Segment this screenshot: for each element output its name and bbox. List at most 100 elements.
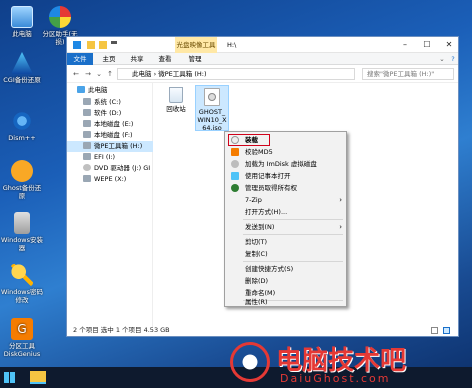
menu-item-notepad[interactable]: 使用记事本打开 (225, 170, 346, 182)
menu-item-send-to[interactable]: 发送到(N) › (225, 221, 346, 233)
nav-item-drive-c[interactable]: 系统 (C:) (83, 97, 121, 108)
menu-item-label: 使用记事本打开 (245, 172, 291, 180)
nav-item-label: 此电脑 (88, 86, 108, 94)
submenu-arrow-icon: › (339, 223, 342, 231)
menu-item-label: 剪切(T) (245, 238, 268, 246)
nav-item-this-pc[interactable]: 此电脑 (77, 85, 108, 96)
file-label: 回收站 (166, 105, 186, 113)
nav-item-drive-e[interactable]: 本地磁盘 (E:) (83, 119, 133, 130)
desktop-icon-label: 分区工具DiskGenius (3, 342, 41, 358)
tab-file[interactable]: 文件 (67, 53, 93, 65)
back-button[interactable]: ← (71, 69, 81, 79)
tab-manage[interactable]: 管理 (183, 53, 207, 65)
desktop-icon-label: Ghost备份还原 (2, 184, 42, 200)
menu-item-md5[interactable]: 校验MD5 (225, 146, 346, 158)
nav-item-drive-x[interactable]: WEPE (X:) (83, 174, 126, 185)
drive-icon (73, 41, 81, 49)
tab-share[interactable]: 共享 (125, 53, 149, 65)
desktop-icon-ghost[interactable]: Ghost备份还原 (0, 160, 44, 200)
nav-item-label: 本地磁盘 (E:) (94, 120, 134, 128)
iso-disc-icon (204, 88, 220, 106)
desktop-icon-cgi[interactable]: CGI备份还原 (0, 52, 44, 84)
drive-icon (83, 131, 91, 138)
nav-item-label: WEPE (X:) (94, 175, 127, 183)
computer-icon (77, 86, 85, 93)
menu-item-label: 创建快捷方式(S) (245, 265, 294, 273)
address-bar[interactable]: 此电脑 › 微PE工具箱 (H:) (117, 68, 355, 80)
nav-item-label: 微PE工具箱 (H:) (94, 142, 143, 150)
ribbon-expand-icon[interactable]: ⌄ (437, 53, 447, 65)
file-label: GHOST_WIN10_X64.iso (197, 108, 227, 132)
menu-item-label: 删除(D) (245, 277, 269, 285)
computer-icon (11, 6, 33, 28)
ribbon-tabs: 文件 主页 共享 查看 管理 ⌄ ? (67, 53, 458, 65)
tab-view[interactable]: 查看 (153, 53, 177, 65)
desktop-icon-label: Dism++ (8, 134, 36, 142)
explorer-taskbar-icon[interactable] (30, 371, 46, 384)
new-folder-icon[interactable] (99, 41, 107, 49)
menu-item-imdisk[interactable]: 加载为 ImDisk 虚拟磁盘 (225, 158, 346, 170)
desktop-icon-diskgenius[interactable]: G 分区工具DiskGenius (0, 318, 44, 358)
brand-logo-icon (230, 342, 270, 382)
menu-item-copy[interactable]: 复制(C) (225, 248, 346, 260)
large-icons-view-icon[interactable] (443, 327, 450, 334)
menu-item-create-shortcut[interactable]: 创建快捷方式(S) (225, 263, 346, 275)
file-iso-selected[interactable]: GHOST_WIN10_X64.iso (195, 85, 229, 132)
submenu-arrow-icon: › (339, 196, 342, 204)
details-view-icon[interactable] (431, 327, 438, 334)
cgi-backup-icon (11, 52, 33, 74)
maximize-button[interactable]: ☐ (416, 37, 438, 53)
menu-item-take-ownership[interactable]: 管理员取得所有权 (225, 182, 346, 194)
desktop-icon-dism[interactable]: Dism++ (0, 110, 44, 142)
drive-icon (83, 109, 91, 116)
breadcrumb-drive-h[interactable]: 微PE工具箱 (H:) (158, 70, 206, 78)
nav-item-drive-i[interactable]: EFI (I:) (83, 152, 115, 163)
nav-item-drive-f[interactable]: 本地磁盘 (F:) (83, 130, 133, 141)
address-bar-row: ← → ⌄ ↑ 此电脑 › 微PE工具箱 (H:) 搜索"微PE工具箱 (H:)… (67, 65, 458, 83)
nav-item-drive-d[interactable]: 软件 (D:) (83, 108, 121, 119)
folder-icon[interactable] (87, 41, 95, 49)
breadcrumb-this-pc[interactable]: 此电脑 (132, 70, 152, 78)
nav-item-label: 系统 (C:) (94, 98, 121, 106)
drive-icon (83, 98, 91, 105)
menu-item-open-with[interactable]: 打开方式(H)... (225, 206, 346, 218)
desktop-icon-label: Windows密码修改 (0, 288, 43, 304)
search-input[interactable]: 搜索"微PE工具箱 (H:)" (362, 68, 454, 80)
recent-locations-icon[interactable]: ⌄ (94, 69, 104, 79)
menu-item-7zip[interactable]: 7-Zip › (225, 194, 346, 206)
title-bar[interactable]: 光盘映像工具 H:\ – ☐ ✕ (67, 37, 458, 53)
desktop-icon-label: 此电脑 (12, 30, 32, 38)
nav-item-label: 本地磁盘 (F:) (94, 131, 133, 139)
menu-item-properties[interactable]: 属性(R) (225, 296, 346, 308)
nav-item-dvd-j[interactable]: DVD 驱动器 (J:) GI (83, 163, 150, 174)
menu-item-delete[interactable]: 删除(D) (225, 275, 346, 287)
up-button[interactable]: ↑ (105, 69, 115, 79)
desktop-icon-windows-installer[interactable]: Windows安装器 (0, 212, 44, 252)
navigation-pane: 此电脑 系统 (C:) 软件 (D:) 本地磁盘 (E:) 本地磁盘 (F:) … (67, 83, 153, 327)
ghost-icon (11, 160, 33, 182)
help-icon[interactable]: ? (448, 53, 458, 65)
desktop-icon-password[interactable]: Windows密码修改 (0, 264, 44, 304)
nav-item-drive-h[interactable]: 微PE工具箱 (H:) (67, 141, 153, 152)
menu-separator (243, 219, 343, 220)
partition-assistant-icon (49, 6, 71, 28)
disc-image-tools-tab[interactable]: 光盘映像工具 (175, 37, 217, 53)
context-menu: 装载 校验MD5 加载为 ImDisk 虚拟磁盘 使用记事本打开 管理员取得所有… (224, 131, 347, 307)
forward-button[interactable]: → (83, 69, 93, 79)
nav-item-label: 软件 (D:) (94, 109, 122, 117)
dvd-icon (83, 164, 91, 171)
close-button[interactable]: ✕ (438, 37, 458, 53)
file-recycle-bin[interactable]: 回收站 (161, 87, 191, 113)
tab-home[interactable]: 主页 (97, 53, 121, 65)
highlight-box (228, 134, 270, 146)
minimize-button[interactable]: – (394, 37, 416, 53)
start-button[interactable] (4, 372, 15, 383)
watermark-url: DaiuGhost.com (280, 372, 391, 385)
diskgenius-icon: G (11, 318, 33, 340)
menu-item-mount[interactable]: 装载 (225, 134, 346, 146)
admin-shield-icon (231, 184, 239, 192)
menu-item-cut[interactable]: 剪切(T) (225, 236, 346, 248)
imdisk-icon (231, 160, 239, 168)
menu-item-label: 7-Zip (245, 196, 262, 204)
quick-access-dropdown-icon[interactable] (111, 41, 117, 49)
